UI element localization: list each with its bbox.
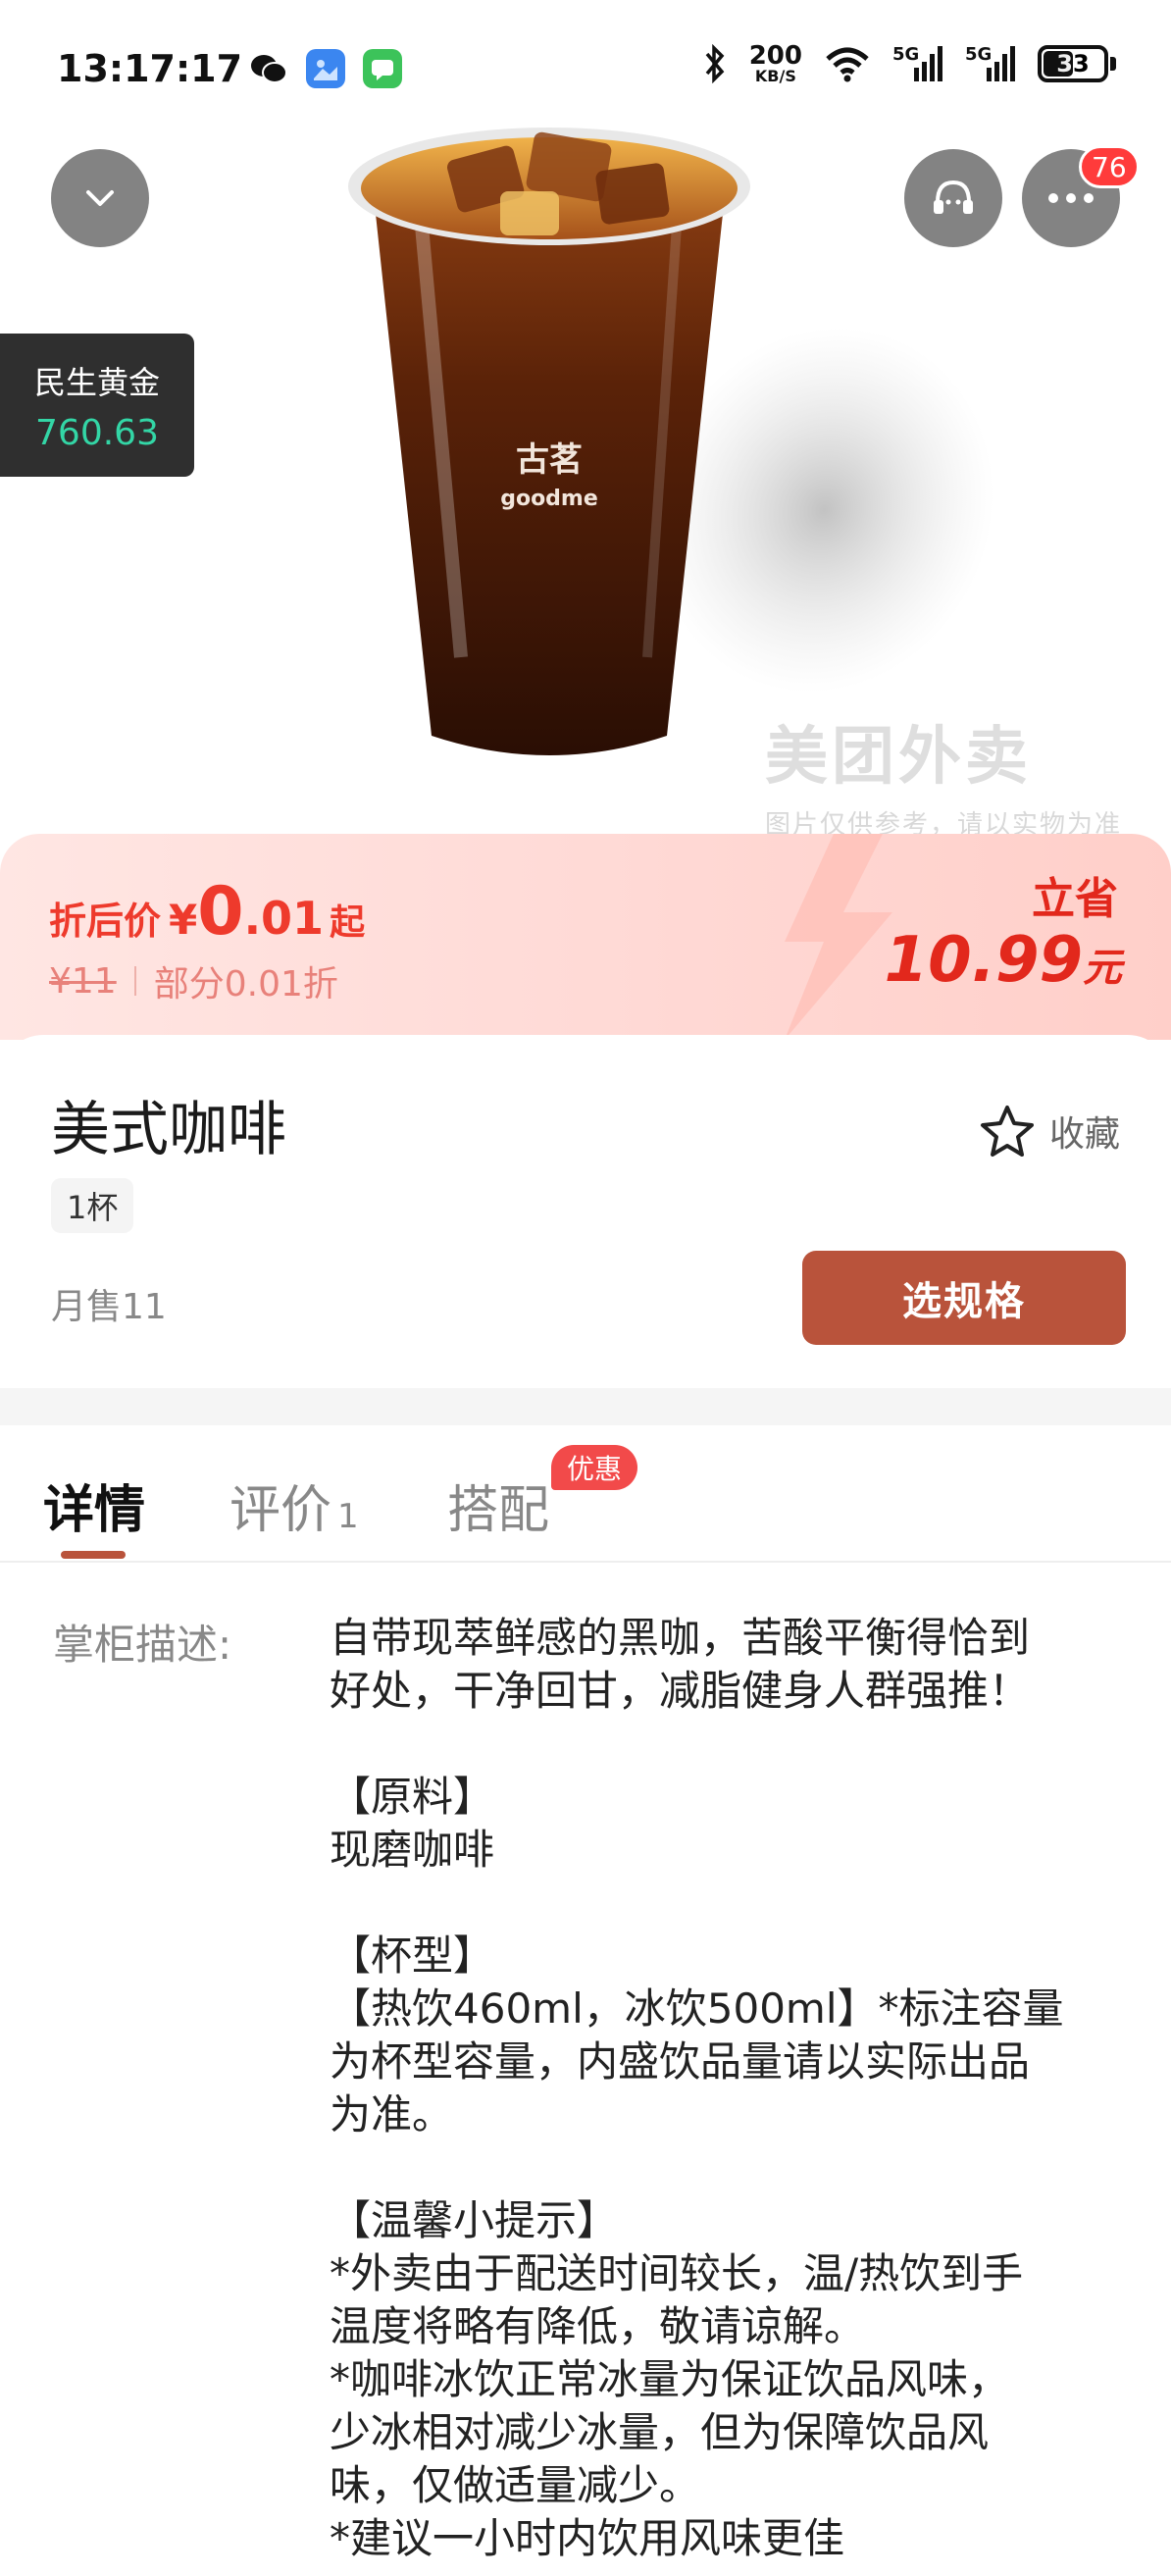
cup-brand-en: goodme [500, 487, 598, 511]
collapse-button[interactable] [51, 149, 149, 247]
tab-reviews-label: 评价 [229, 1481, 332, 1540]
messages-icon [363, 49, 402, 88]
battery-indicator: 33 [1038, 45, 1116, 82]
cellular-signal-2: 5G [965, 44, 1016, 83]
tab-combos[interactable]: 搭配 [447, 1468, 549, 1542]
network-speed-value: 200 [748, 41, 802, 71]
tab-combos-label: 搭配 [447, 1481, 550, 1540]
save-label: 立省 [1032, 874, 1118, 924]
cellular-signal-1: 5G [892, 44, 943, 83]
customer-service-button[interactable] [904, 149, 1002, 247]
network-speed-unit: KB/S [754, 67, 796, 85]
star-icon [980, 1106, 1034, 1157]
description-line: 自带现萃鲜感的黑咖，苦酸平衡得恰到 [330, 1614, 1031, 1662]
battery-percent: 33 [1056, 50, 1090, 77]
favorite-label: 收藏 [1048, 1114, 1120, 1155]
lightning-decoration [785, 834, 892, 1040]
original-price: ¥11 [49, 960, 117, 1002]
select-spec-button[interactable]: 选规格 [802, 1251, 1126, 1345]
description-line: 味，仅做适量减少。 [330, 2461, 701, 2509]
product-info-card: 美式咖啡 1杯 收藏 月售11 选规格 [0, 1035, 1171, 1388]
description-line: 【温馨小提示】 [330, 2196, 619, 2244]
notification-badge: 76 [1079, 145, 1140, 188]
headset-icon [934, 180, 973, 214]
description-line: *外卖由于配送时间较长，温/热饮到手 [330, 2249, 1024, 2297]
discount-price-label: 折后价 [49, 900, 162, 943]
promo-badge: 优惠 [551, 1445, 638, 1490]
description-line [330, 2141, 1114, 2194]
description-line: 为杯型容量，内盛饮品量请以实际出品 [330, 2037, 1031, 2086]
product-description: 掌柜描述: 自带现萃鲜感的黑咖，苦酸平衡得恰到 好处，干净回甘，减脂健身人群强推！… [0, 1563, 1171, 2576]
save-amount: 10.99 元 [885, 924, 1122, 997]
gold-widget-value: 760.63 [35, 412, 159, 453]
tab-reviews[interactable]: 评价 1 [229, 1468, 359, 1542]
detail-tabs: 详情 评价 1 搭配 优惠 [0, 1425, 1171, 1563]
monthly-sales: 月售11 [51, 1287, 167, 1327]
notification-app-icons [249, 49, 402, 88]
price-integer: 0 [197, 873, 244, 951]
price-decimal: .01 [243, 892, 325, 945]
description-line: *咖啡冰饮正常冰量为保证饮品风味， [330, 2355, 1010, 2403]
cup-brand-cn: 古茗 [516, 440, 583, 480]
original-price-row: ¥11 部分0.01折 [49, 955, 338, 1006]
description-line [330, 1877, 1114, 1930]
price-suffix: 起 [330, 902, 366, 943]
description-body: 自带现萃鲜感的黑咖，苦酸平衡得恰到 好处，干净回甘，减脂健身人群强推！ 【原料】现… [330, 1612, 1114, 2565]
favorite-button[interactable]: 收藏 [979, 1104, 1120, 1159]
description-line: 好处，干净回甘，减脂健身人群强推！ [330, 1667, 1031, 1715]
chevron-down-icon [86, 190, 114, 206]
tab-details-label: 详情 [43, 1481, 146, 1540]
description-line: 【热饮460ml，冰饮500ml】*标注容量 [330, 1984, 1064, 2033]
description-line: *建议一小时内饮用风味更佳 [330, 2514, 845, 2562]
product-name: 美式咖啡 [51, 1096, 286, 1164]
description-line: 为准。 [330, 2090, 454, 2138]
gold-price-widget[interactable]: 民生黄金 760.63 [0, 334, 194, 477]
status-bar: 13:17:17 200 KB/S 5G 5G 33 [0, 0, 1171, 137]
platform-watermark: 美团外卖 图片仅供参考，请以实物为准 [765, 706, 1122, 841]
currency-symbol: ¥ [169, 896, 198, 944]
tab-reviews-count: 1 [337, 1497, 359, 1536]
gallery-icon [306, 49, 345, 88]
unit-tag: 1杯 [51, 1178, 134, 1233]
system-status-icons: 200 KB/S 5G 5G 33 [702, 43, 1116, 84]
bluetooth-icon [705, 44, 725, 83]
save-amount-value: 10.99 [884, 924, 1083, 997]
gold-widget-title: 民生黄金 [33, 363, 160, 401]
product-image-area: 古茗 goodme 美团外卖 图片仅供参考，请以实物为准 13:17:17 20… [0, 0, 1171, 844]
section-divider [0, 1388, 1171, 1425]
description-line: 【杯型】 [330, 1932, 495, 1980]
description-line [330, 1718, 1114, 1771]
price-divider [133, 966, 136, 996]
watermark-text: 美团外卖 [765, 721, 1032, 794]
description-line: 【原料】 [330, 1773, 495, 1821]
description-label: 掌柜描述: [53, 1621, 232, 1669]
wechat-icon [249, 49, 288, 88]
wifi-icon [826, 47, 869, 82]
discount-price: 折后价 ¥ 0 .01 起 [49, 873, 365, 951]
description-line: 少冰相对减少冰量，但为保障饮品风 [330, 2408, 990, 2456]
more-dots-icon [1048, 193, 1094, 203]
network-speed: 200 KB/S [749, 43, 802, 84]
tab-details[interactable]: 详情 [43, 1468, 145, 1542]
active-tab-indicator [61, 1551, 126, 1559]
price-banner: 折后价 ¥ 0 .01 起 ¥11 部分0.01折 立省 10.99 元 [0, 834, 1171, 1040]
product-detail-page: 古茗 goodme 美团外卖 图片仅供参考，请以实物为准 13:17:17 20… [0, 0, 1171, 2576]
status-time: 13:17:17 [57, 47, 243, 90]
description-line: 现磨咖啡 [330, 1826, 495, 1874]
save-amount-unit: 元 [1083, 946, 1122, 991]
description-line: 温度将略有降低，敬请谅解。 [330, 2302, 866, 2350]
discount-note: 部分0.01折 [153, 964, 338, 1005]
